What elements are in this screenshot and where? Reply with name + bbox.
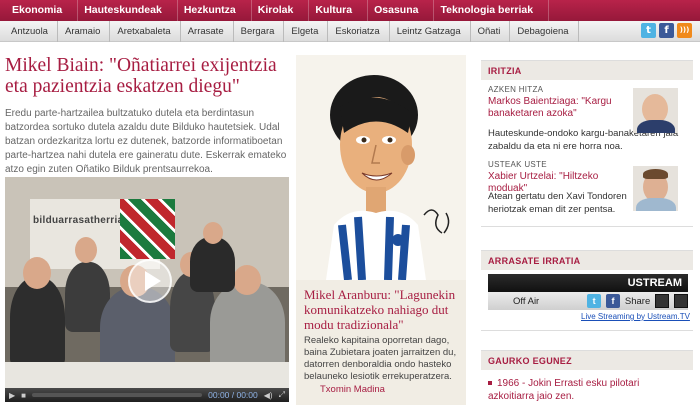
popout-icon[interactable] xyxy=(655,294,670,308)
nav-item-kultura[interactable]: Kultura xyxy=(309,0,369,21)
video-controls: ▶ ■ 00:00 / 00:00 ◀) ⤢ xyxy=(5,388,289,402)
volume-icon[interactable]: ◀) xyxy=(264,391,273,400)
person xyxy=(10,277,65,367)
opinion-link-1[interactable]: Markos Baientziaga: "Kargu banaketaren a… xyxy=(488,96,623,120)
town-bergara[interactable]: Bergara xyxy=(234,20,285,42)
progress-track[interactable] xyxy=(32,393,203,397)
town-nav: Antzuola Aramaio Aretxabaleta Arrasate B… xyxy=(0,20,700,42)
play-button[interactable] xyxy=(128,259,172,303)
divider xyxy=(481,330,693,331)
azken-hitza-label: AZKEN HITZA xyxy=(488,85,544,94)
town-aramaio[interactable]: Aramaio xyxy=(58,20,111,42)
caricature-image[interactable] xyxy=(296,55,466,280)
gaurko-item-text[interactable]: 1966 - Jokin Errasti esku pilotari azkoi… xyxy=(488,378,639,402)
ustream-header: USTREAM xyxy=(488,274,688,292)
town-onati[interactable]: Oñati xyxy=(471,20,511,42)
ikurrina-flag xyxy=(120,199,175,259)
irratia-heading: ARRASATE IRRATIA xyxy=(481,250,693,270)
person-head xyxy=(23,257,51,289)
town-aretxabaleta[interactable]: Aretxabaleta xyxy=(110,20,181,42)
town-arrasate[interactable]: Arrasate xyxy=(181,20,234,42)
fullscreen-icon[interactable]: ⤢ xyxy=(279,390,285,400)
feature-title[interactable]: Mikel Aranburu: "Lagunekin komunikatzeko… xyxy=(304,287,464,332)
person-head xyxy=(75,237,97,263)
ustream-player[interactable]: USTREAM Off Air t f Share xyxy=(488,274,688,310)
play-icon[interactable]: ▶ xyxy=(9,391,15,400)
share-button[interactable]: Share xyxy=(625,296,650,307)
ustream-controls: Off Air t f Share xyxy=(488,292,688,310)
town-leintz-gatzaga[interactable]: Leintz Gatzaga xyxy=(390,20,471,42)
person-head xyxy=(233,265,261,295)
opinion-text-2: Atean gertatu den Xavi Tondoren heriotza… xyxy=(488,191,627,215)
author-photo-1 xyxy=(633,88,678,133)
ustream-logo: USTREAM xyxy=(627,277,682,289)
twitter-share-icon[interactable]: t xyxy=(587,294,602,308)
twitter-icon[interactable]: t xyxy=(641,23,656,38)
main-nav: Ekonomia Hauteskundeak Hezkuntza Kirolak… xyxy=(0,0,700,21)
video-poster-text: bilduarrasatherria xyxy=(33,215,124,226)
fullscreen-icon[interactable] xyxy=(674,294,688,308)
live-streaming-link[interactable]: Live Streaming by Ustream.TV xyxy=(581,312,690,321)
person xyxy=(190,237,235,292)
nav-item-osasuna[interactable]: Osasuna xyxy=(368,0,435,21)
facebook-share-icon[interactable]: f xyxy=(606,294,620,308)
person-head xyxy=(203,222,223,244)
feature-text: Realeko kapitaina oporretan dago, baina … xyxy=(304,335,457,382)
nav-item-hezkuntza[interactable]: Hezkuntza xyxy=(178,0,252,21)
video-player[interactable]: bilduarrasatherria ▶ ■ 00:00 / 00:00 ◀) … xyxy=(5,177,289,402)
town-debagoiena[interactable]: Debagoiena xyxy=(510,20,579,42)
town-antzuola[interactable]: Antzuola xyxy=(4,20,58,42)
caricature-drawing xyxy=(326,75,450,280)
off-air-status: Off Air xyxy=(513,295,540,307)
town-eskoriatza[interactable]: Eskoriatza xyxy=(328,20,390,42)
gaurko-heading: GAURKO EGUNEZ xyxy=(481,350,693,370)
nav-item-ekonomia[interactable]: Ekonomia xyxy=(6,0,79,21)
town-elgeta[interactable]: Elgeta xyxy=(284,20,329,42)
nav-item-teknologia[interactable]: Teknologia berriak xyxy=(434,0,550,21)
person xyxy=(210,282,285,372)
author-photo-2 xyxy=(633,166,678,211)
rss-icon[interactable]: ))) xyxy=(677,23,692,38)
video-time: 00:00 / 00:00 xyxy=(208,390,258,400)
divider xyxy=(481,226,693,227)
usteak-uste-label: USTEAK USTE xyxy=(488,160,547,169)
article-headline[interactable]: Mikel Biain: "Oñatiarrei exijentzia eta … xyxy=(5,55,290,97)
feature-author[interactable]: Txomin Madina xyxy=(320,384,385,395)
stop-icon[interactable]: ■ xyxy=(21,391,26,400)
gaurko-item[interactable]: 1966 - Jokin Errasti esku pilotari azkoi… xyxy=(488,377,688,403)
nav-item-hauteskundeak[interactable]: Hauteskundeak xyxy=(78,0,178,21)
nav-item-kirolak[interactable]: Kirolak xyxy=(252,0,310,21)
social-links: t f ))) xyxy=(641,23,692,38)
iritzia-heading: IRITZIA xyxy=(481,60,693,80)
bullet-icon xyxy=(488,381,492,386)
article-lede: Eredu parte-hartzailea bultzatuko dutela… xyxy=(5,108,287,175)
facebook-icon[interactable]: f xyxy=(659,23,674,38)
